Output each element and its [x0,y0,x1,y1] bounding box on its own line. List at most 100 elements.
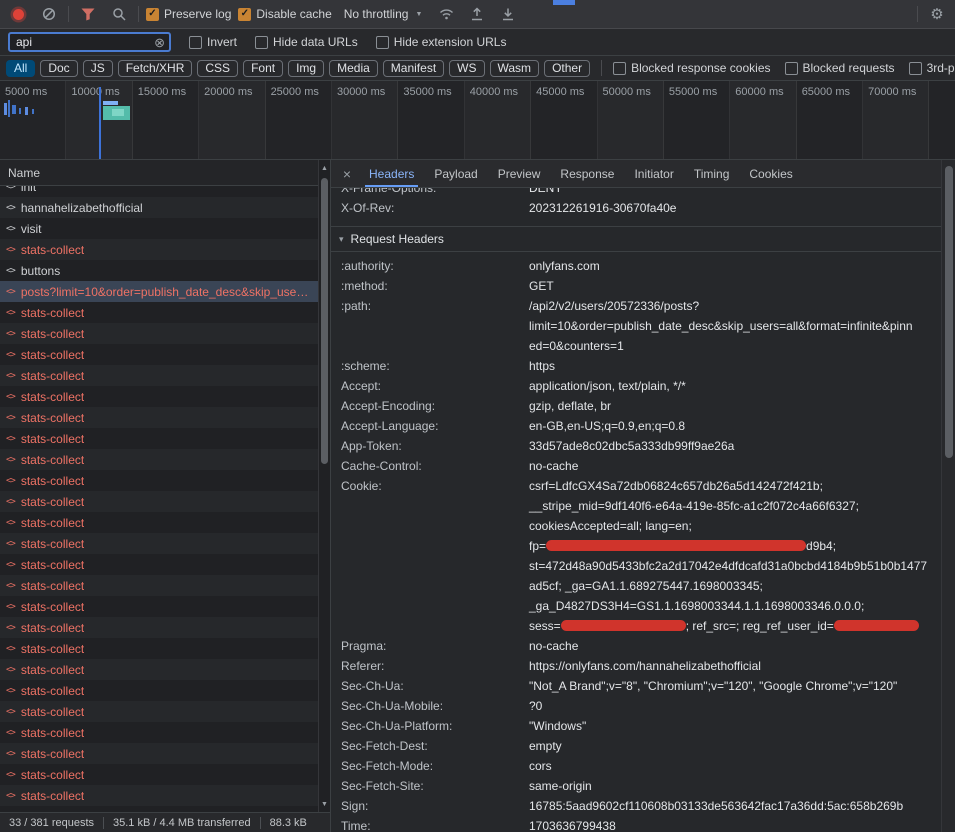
request-name: hannahelizabethofficial [21,201,143,215]
toolbar-divider [68,6,69,22]
tab-preview[interactable]: Preview [488,160,551,187]
header-row: Pragma:no-cache [331,636,941,656]
timeline-tick-label: 20000 ms [204,86,252,98]
requests-scrollbar[interactable]: ▲ ▼ [318,160,330,812]
type-filter-fetch-xhr[interactable]: Fetch/XHR [118,60,193,77]
request-row[interactable]: <>stats-collect [0,365,318,386]
header-value-text: csrf=LdfcGX4Sa72db06824c657db26a5d142472… [529,479,823,493]
request-row[interactable]: <>stats-collect [0,785,318,806]
request-row[interactable]: <>stats-collect [0,428,318,449]
request-row[interactable]: <>stats-collect [0,596,318,617]
request-row[interactable]: <>stats-collect [0,386,318,407]
request-row[interactable]: <>stats-collect [0,764,318,785]
filter-input[interactable]: api ⊗ [8,32,171,52]
request-row[interactable]: <>stats-collect [0,680,318,701]
disable-cache-checkbox[interactable]: ✓ Disable cache [238,7,331,21]
request-row[interactable]: <>stats-collect [0,470,318,491]
detail-scrollbar[interactable] [941,160,955,832]
request-row[interactable]: <>stats-collect [0,701,318,722]
header-name: Sec-Fetch-Site: [341,776,529,796]
hide-extension-urls-checkbox[interactable]: Hide extension URLs [376,35,507,49]
type-filter-img[interactable]: Img [288,60,324,77]
header-name: Accept-Language: [341,416,529,436]
scrollbar-thumb[interactable] [945,166,953,458]
request-row[interactable]: <>stats-collect [0,638,318,659]
header-row: Sec-Ch-Ua-Mobile:?0 [331,696,941,716]
header-value-text: fp= [529,539,546,553]
header-value: no-cache [529,456,941,476]
script-file-icon: <> [6,518,15,528]
throttling-select[interactable]: No throttling ▼ [339,5,428,23]
request-row[interactable]: <>stats-collect [0,323,318,344]
request-row[interactable]: <>stats-collect [0,554,318,575]
name-column-header[interactable]: Name [0,160,318,186]
type-filter-wasm[interactable]: Wasm [490,60,540,77]
request-row[interactable]: <>stats-collect [0,575,318,596]
request-row[interactable]: <>posts?limit=10&order=publish_date_desc… [0,281,318,302]
type-filter-manifest[interactable]: Manifest [383,60,444,77]
timeline-tick: 10000 ms [66,81,132,159]
type-filter-media[interactable]: Media [329,60,378,77]
invert-checkbox[interactable]: Invert [189,35,237,49]
request-row[interactable]: <>visit [0,218,318,239]
request-row[interactable]: <>stats-collect [0,239,318,260]
type-filter-css[interactable]: CSS [197,60,238,77]
hide-data-urls-checkbox[interactable]: Hide data URLs [255,35,358,49]
type-filter-doc[interactable]: Doc [40,60,77,77]
tab-payload[interactable]: Payload [424,160,487,187]
record-button[interactable] [6,2,30,26]
request-row[interactable]: <>stats-collect [0,743,318,764]
settings-button[interactable]: ⚙ [925,2,949,26]
request-row[interactable]: <>stats-collect [0,722,318,743]
request-row[interactable]: <>stats-collect [0,617,318,638]
type-filter-other[interactable]: Other [544,60,590,77]
header-row: Cookie:csrf=LdfcGX4Sa72db06824c657db26a5… [331,476,941,636]
tab-timing[interactable]: Timing [684,160,740,187]
timeline-tick: 20000 ms [199,81,265,159]
request-row[interactable]: <>buttons [0,260,318,281]
scroll-down-icon[interactable]: ▼ [319,798,330,810]
request-headers-section[interactable]: ▾ Request Headers [331,227,941,252]
request-row[interactable]: <>stats-collect [0,344,318,365]
timeline-overview[interactable]: 5000 ms10000 ms15000 ms20000 ms25000 ms3… [0,81,955,160]
request-row[interactable]: <>stats-collect [0,533,318,554]
preserve-log-checkbox[interactable]: ✓ Preserve log [146,7,231,21]
request-row[interactable]: <>stats-collect [0,491,318,512]
tab-cookies[interactable]: Cookies [739,160,802,187]
request-row[interactable]: <>stats-collect [0,512,318,533]
export-har-button[interactable] [465,2,489,26]
header-value: gzip, deflate, br [529,396,941,416]
filter-toggle-button[interactable] [76,2,100,26]
close-detail-button[interactable]: × [335,166,359,182]
request-row[interactable]: <>stats-collect [0,302,318,323]
header-value-line: st=472d48a90d5433bfc2a2d17042e4dfdcafd31… [529,556,941,576]
request-row[interactable]: <>stats-collect [0,449,318,470]
type-filter-all[interactable]: All [6,60,35,77]
request-row[interactable]: <>init [0,186,318,197]
record-icon [13,9,24,20]
search-button[interactable] [107,2,131,26]
type-filter-js[interactable]: JS [83,60,113,77]
tab-headers[interactable]: Headers [359,160,424,187]
blocked-response-cookies-checkbox[interactable]: Blocked response cookies [613,61,770,75]
type-filter-font[interactable]: Font [243,60,283,77]
request-row[interactable]: <>stats-collect [0,407,318,428]
blocked-requests-checkbox[interactable]: Blocked requests [785,61,895,75]
scroll-up-icon[interactable]: ▲ [319,162,330,174]
tab-response[interactable]: Response [550,160,624,187]
clear-filter-icon[interactable]: ⊗ [154,36,165,49]
import-har-button[interactable] [496,2,520,26]
tab-initiator[interactable]: Initiator [624,160,683,187]
header-value-line: ed=0&counters=1 [529,336,941,356]
request-row[interactable]: <>hannahelizabethofficial [0,197,318,218]
type-filter-ws[interactable]: WS [449,60,484,77]
header-value: GET [529,276,941,296]
request-row[interactable]: <>stats-collect [0,659,318,680]
3rd-party-requests-checkbox[interactable]: 3rd-party requests [909,61,955,75]
header-name: Cookie: [341,476,529,496]
hide-extension-urls-label: Hide extension URLs [394,35,507,49]
clear-button[interactable] [37,2,61,26]
network-conditions-button[interactable] [434,2,458,26]
header-name: :path: [341,296,529,316]
scrollbar-thumb[interactable] [321,178,328,464]
